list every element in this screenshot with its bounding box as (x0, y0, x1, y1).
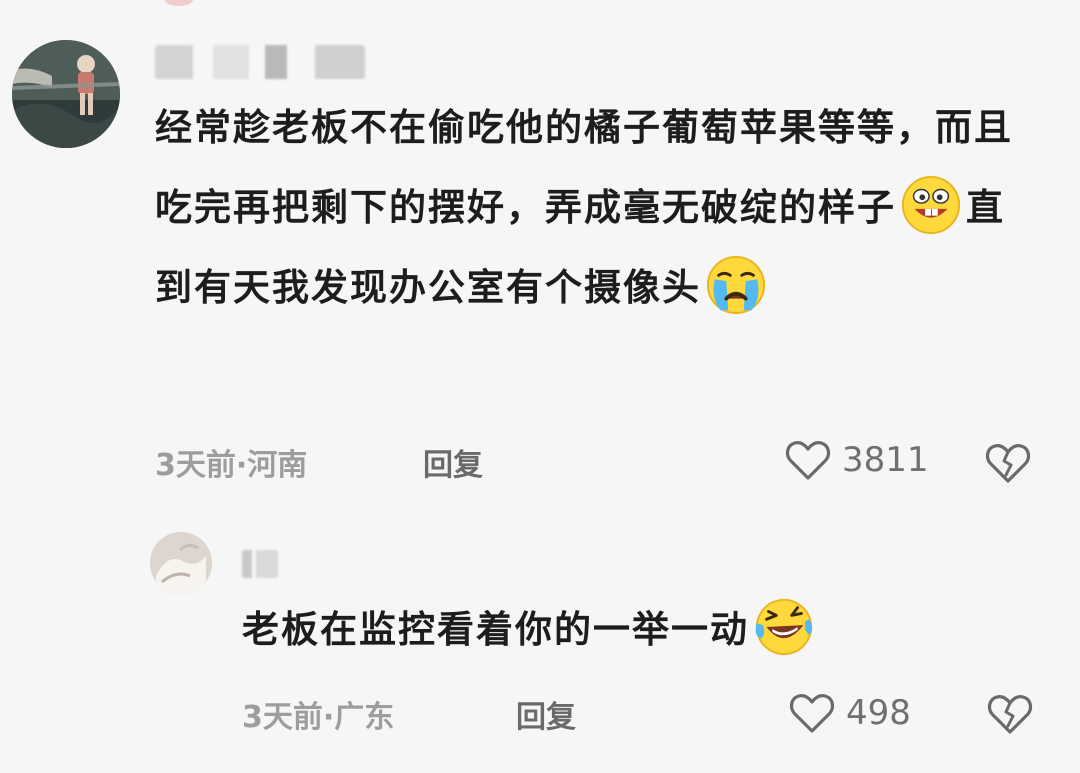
username-redacted[interactable] (155, 45, 365, 79)
avatar-image (150, 532, 212, 594)
username-redacted[interactable] (242, 550, 278, 578)
broken-heart-icon (987, 695, 1033, 734)
heart-icon (782, 434, 834, 486)
like-button[interactable]: 498 (786, 687, 911, 739)
laughing-tears-emoji-icon (753, 596, 815, 658)
comment-text-part: 老板在监控看着你的一举一动 (242, 608, 749, 651)
like-button[interactable]: 3811 (782, 434, 929, 486)
avatar[interactable] (150, 532, 212, 594)
broken-heart-icon (985, 444, 1031, 483)
like-count: 3811 (842, 440, 929, 480)
comment-meta: 3天前·广东 (242, 692, 394, 736)
reply-button[interactable]: 回复 (516, 692, 576, 736)
meta-separator: · (322, 700, 335, 735)
comment-time: 3天前 (242, 700, 323, 735)
crying-emoji-icon (705, 254, 767, 316)
comment-item: 经常趁老板不在偷吃他的橘子葡萄苹果等等，而且吃完再把剩下的摆好，弄成毫无破绽的样… (0, 0, 1080, 500)
comment-location: 广东 (334, 700, 395, 735)
comment-text-part: 经常趁老板不在偷吃他的橘子葡萄苹果等等，而且吃完再把剩下的摆好，弄成毫无破绽的样… (155, 106, 1013, 229)
dislike-button[interactable] (982, 437, 1034, 489)
grinning-emoji-icon (900, 174, 962, 236)
comment-text: 经常趁老板不在偷吃他的橘子葡萄苹果等等，而且吃完再把剩下的摆好，弄成毫无破绽的样… (155, 88, 1035, 328)
avatar-image (12, 40, 120, 148)
reply-button[interactable]: 回复 (423, 440, 483, 484)
reply-comment-item: 老板在监控看着你的一举一动 3天前·广东 回复 498 (0, 520, 1080, 773)
comment-time: 3天前 (155, 448, 236, 483)
dislike-button[interactable] (984, 688, 1036, 740)
heart-icon (786, 687, 838, 739)
comment-text: 老板在监控看着你的一举一动 (242, 590, 962, 670)
comment-location: 河南 (247, 448, 308, 483)
comment-meta: 3天前·河南 (155, 440, 307, 484)
like-count: 498 (846, 693, 911, 733)
avatar[interactable] (12, 40, 120, 148)
meta-separator: · (235, 448, 248, 483)
